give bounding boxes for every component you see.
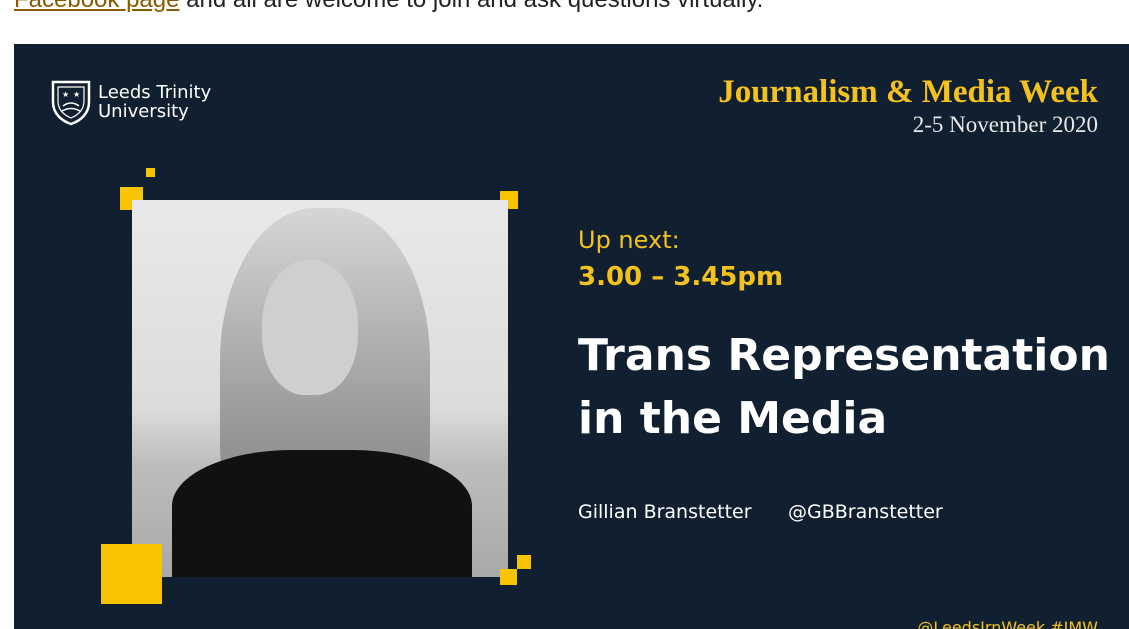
accent-square-small xyxy=(146,168,155,177)
event-banner: ★ ★ Leeds Trinity University Journalism … xyxy=(14,44,1129,629)
talk-title-line-2: in the Media xyxy=(578,393,888,444)
university-logo: ★ ★ Leeds Trinity University xyxy=(50,78,211,126)
talk-title-line-1: Trans Representation xyxy=(578,330,1110,381)
facebook-page-link[interactable]: Facebook page xyxy=(14,0,179,13)
speaker-handle: @GBBranstetter xyxy=(788,501,943,523)
up-next-label: Up next: xyxy=(578,226,680,254)
logo-line-2: University xyxy=(98,101,189,122)
accent-square-bottom-right-2 xyxy=(500,569,517,585)
event-dates: 2-5 November 2020 xyxy=(912,112,1098,137)
speaker-photo xyxy=(132,200,508,577)
accent-square-bottom-right-1 xyxy=(517,555,531,569)
intro-text: Facebook page and all are welcome to joi… xyxy=(14,0,763,16)
intro-sentence: and all are welcome to join and ask ques… xyxy=(179,0,763,13)
footer-hashtag: @LeedsJrnWeek #JMW xyxy=(917,618,1098,629)
logo-line-1: Leeds Trinity xyxy=(98,82,212,103)
event-title: Journalism & Media Week xyxy=(718,74,1098,110)
accent-square-bottom-left xyxy=(101,544,162,604)
crest-icon: ★ ★ xyxy=(51,80,91,126)
logo-wordmark: Leeds Trinity University xyxy=(98,83,211,121)
speaker-name: Gillian Branstetter xyxy=(578,501,752,523)
svg-text:★: ★ xyxy=(73,90,80,99)
talk-title: Trans Representation in the Media xyxy=(578,324,1110,450)
svg-text:★: ★ xyxy=(62,90,69,99)
session-time: 3.00 – 3.45pm xyxy=(578,262,784,292)
